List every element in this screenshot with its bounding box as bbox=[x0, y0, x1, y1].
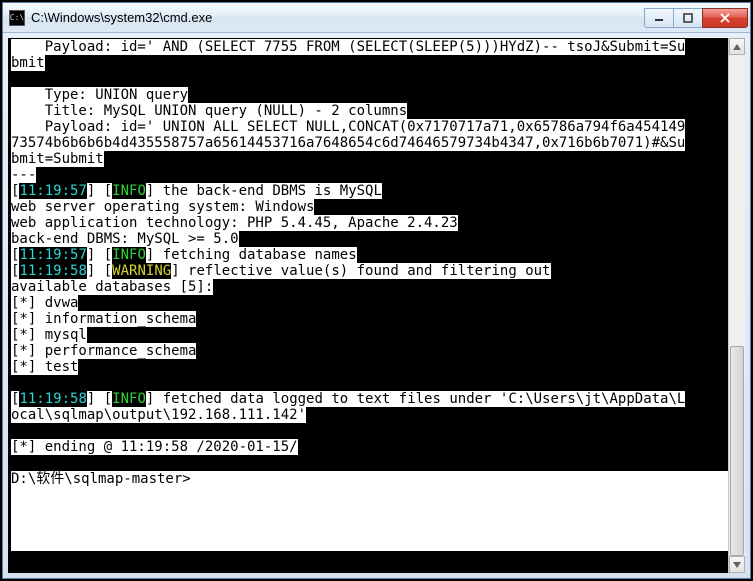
output-line: Title: MySQL UNION query (NULL) - 2 colu… bbox=[11, 103, 407, 119]
timestamp: 11:19:57 bbox=[19, 183, 86, 199]
app-icon: C:\ bbox=[9, 10, 25, 26]
output-line: bmit bbox=[11, 55, 45, 71]
titlebar[interactable]: C:\ C:\Windows\system32\cmd.exe bbox=[3, 3, 750, 33]
output-line: Payload: id=' AND (SELECT 7755 FROM (SEL… bbox=[11, 39, 685, 55]
db-item: [*] dvwa bbox=[11, 295, 78, 311]
db-item: [*] information_schema bbox=[11, 311, 196, 327]
db-item: [*] test bbox=[11, 359, 78, 375]
timestamp: 11:19:58 bbox=[19, 263, 86, 279]
output-text: fetched data logged to text files under … bbox=[154, 391, 685, 407]
output-line: ocal\sqlmap\output\192.168.111.142' bbox=[11, 407, 306, 423]
prompt-line[interactable]: D:\软件\sqlmap-master> bbox=[11, 471, 728, 551]
output-line: Payload: id=' UNION ALL SELECT NULL,CONC… bbox=[11, 119, 685, 135]
timestamp: 11:19:57 bbox=[19, 247, 86, 263]
terminal-container: Payload: id=' AND (SELECT 7755 FROM (SEL… bbox=[8, 38, 745, 573]
window-controls bbox=[645, 8, 748, 28]
output-line: 73574b6b6b6b4d435558757a65614453716a7648… bbox=[11, 135, 685, 151]
cmd-window: C:\ C:\Windows\system32\cmd.exe Payload:… bbox=[2, 2, 751, 579]
terminal-output[interactable]: Payload: id=' AND (SELECT 7755 FROM (SEL… bbox=[8, 38, 728, 573]
scroll-up-button[interactable] bbox=[729, 38, 745, 55]
output-line: Type: UNION query bbox=[11, 87, 188, 103]
output-text: the back-end DBMS is MySQL bbox=[154, 183, 382, 199]
scroll-down-button[interactable] bbox=[729, 556, 745, 573]
output-line: back-end DBMS: MySQL >= 5.0 bbox=[11, 231, 239, 247]
minimize-button[interactable] bbox=[644, 8, 674, 28]
scroll-thumb[interactable] bbox=[730, 346, 744, 556]
db-item: [*] performance_schema bbox=[11, 343, 196, 359]
output-text: reflective value(s) found and filtering … bbox=[180, 263, 551, 279]
close-button[interactable] bbox=[702, 8, 748, 28]
output-text: fetching database names bbox=[154, 247, 356, 263]
output-line: --- bbox=[11, 167, 36, 183]
vertical-scrollbar[interactable] bbox=[728, 38, 745, 573]
level-warning: WARNING bbox=[112, 263, 171, 279]
maximize-button[interactable] bbox=[673, 8, 703, 28]
level-info: INFO bbox=[112, 247, 146, 263]
timestamp: 11:19:58 bbox=[19, 391, 86, 407]
db-item: [*] mysql bbox=[11, 327, 87, 343]
output-line: web application technology: PHP 5.4.45, … bbox=[11, 215, 458, 231]
output-line: web server operating system: Windows bbox=[11, 199, 314, 215]
prompt-text: D:\软件\sqlmap-master> bbox=[11, 471, 191, 487]
level-info: INFO bbox=[112, 391, 146, 407]
level-info: INFO bbox=[112, 183, 146, 199]
output-line: available databases [5]: bbox=[11, 279, 213, 295]
output-line: bmit=Submit bbox=[11, 151, 104, 167]
scroll-track[interactable] bbox=[729, 55, 745, 556]
window-title: C:\Windows\system32\cmd.exe bbox=[31, 10, 645, 25]
output-line: [*] ending @ 11:19:58 /2020-01-15/ bbox=[11, 439, 298, 455]
